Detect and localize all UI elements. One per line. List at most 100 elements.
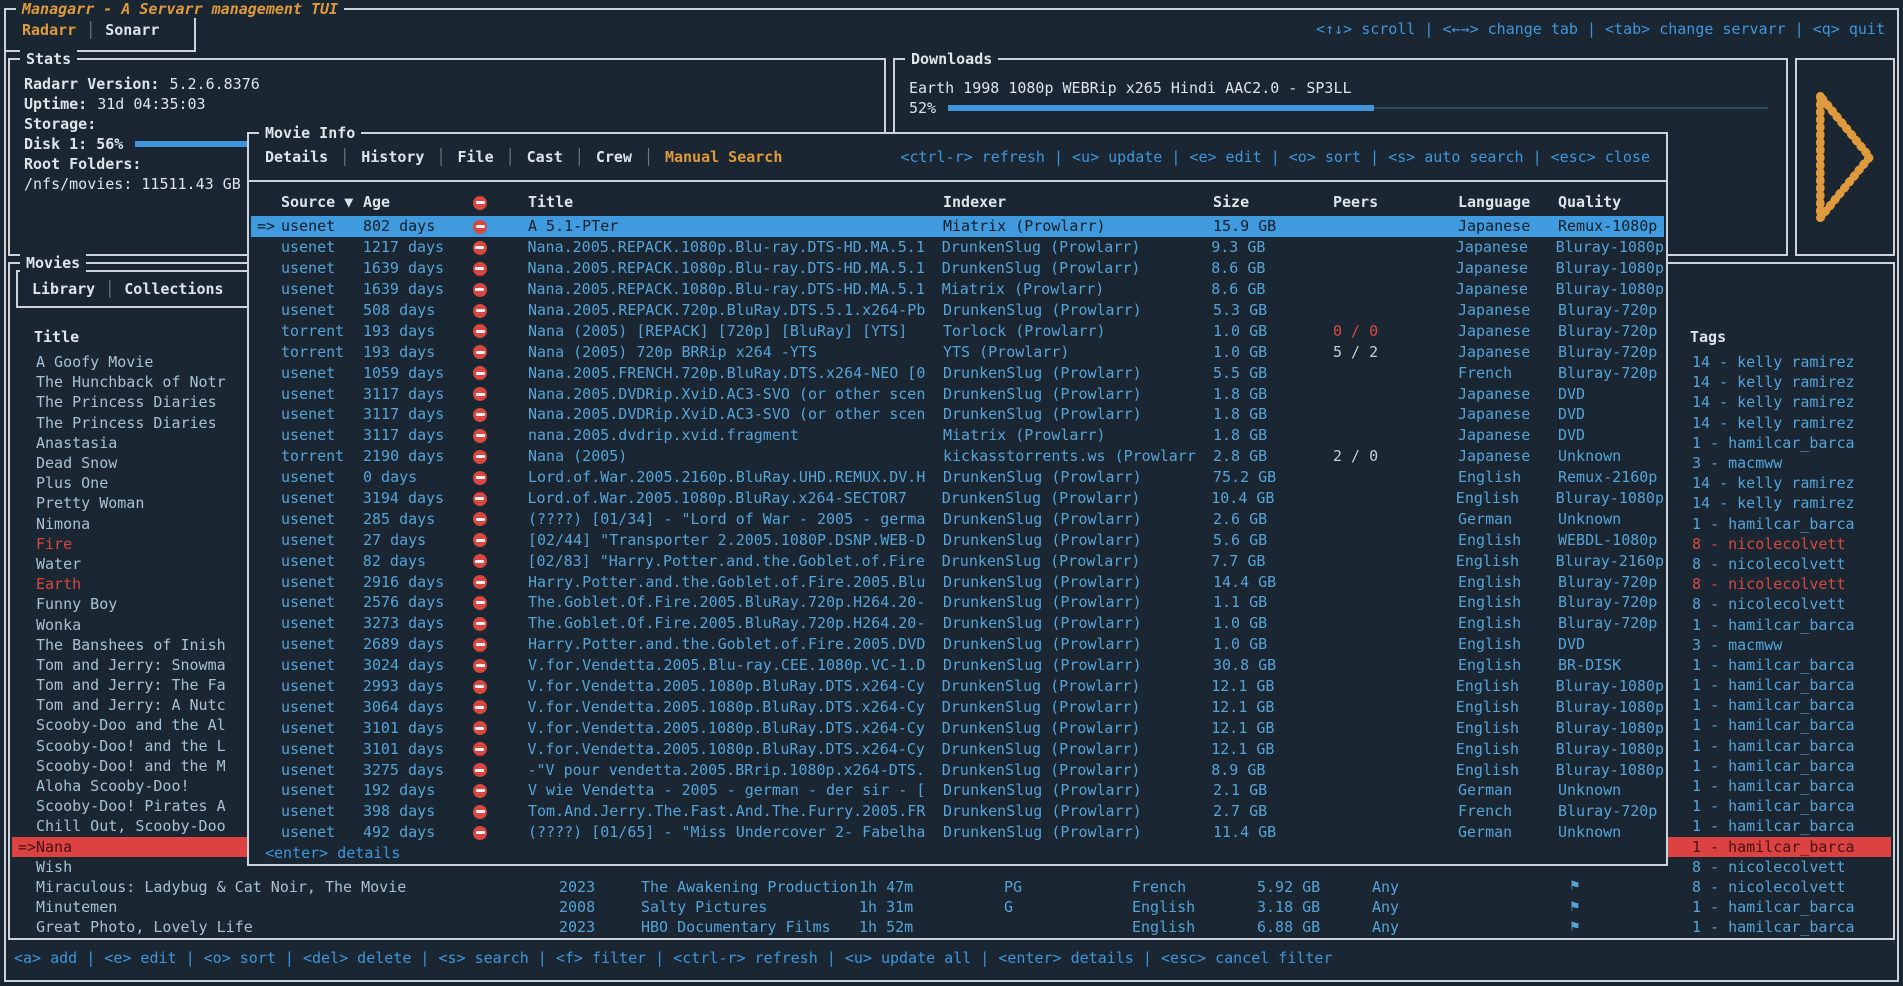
result-language: Japanese — [1456, 259, 1556, 277]
result-quality: Bluray-720p — [1558, 301, 1664, 319]
result-quality: Bluray-2160p — [1556, 552, 1664, 570]
result-size: 1.0 GB — [1213, 614, 1333, 632]
result-title: A 5.1-PTer — [528, 217, 943, 235]
result-language: English — [1458, 656, 1558, 674]
tab-separator: │ — [105, 280, 114, 298]
tab-details[interactable]: Details — [265, 148, 328, 166]
result-size: 2.8 GB — [1213, 447, 1333, 465]
result-age: 2993 days — [363, 677, 473, 695]
search-result-row[interactable]: usenet 2689 days Harry.Potter.and.the.Go… — [251, 634, 1664, 655]
search-result-row[interactable]: usenet 82 days [02/83] "Harry.Potter.and… — [251, 550, 1664, 571]
managarr-logo-icon — [1807, 81, 1883, 233]
result-language: Japanese — [1456, 238, 1556, 256]
result-size: 8.6 GB — [1211, 280, 1331, 298]
search-result-row[interactable]: usenet 285 days (????) [01/34] - "Lord o… — [251, 508, 1664, 529]
search-result-row[interactable]: usenet 2576 days The.Goblet.Of.Fire.2005… — [251, 592, 1664, 613]
rejected-icon — [473, 220, 487, 234]
result-indexer: DrunkenSlug (Prowlarr) — [942, 698, 1212, 716]
movie-row[interactable]: Minutemen 2008 Salty Pictures 1h 31m G E… — [12, 897, 1891, 917]
result-title: Nana.2005.DVDRip.XviD.AC3-SVO (or other … — [528, 405, 943, 423]
result-quality: Bluray-720p — [1558, 364, 1664, 382]
movie-row[interactable]: Miraculous: Ladybug & Cat Noir, The Movi… — [12, 877, 1891, 897]
search-result-row[interactable]: usenet 3117 days Nana.2005.DVDRip.XviD.A… — [251, 383, 1664, 404]
movie-certification: PG — [1004, 878, 1132, 896]
tab-collections[interactable]: Collections — [124, 280, 223, 298]
search-result-row[interactable]: usenet 3275 days -"V pour vendetta.2005.… — [251, 759, 1664, 780]
search-result-row[interactable]: usenet 3101 days V.for.Vendetta.2005.108… — [251, 738, 1664, 759]
result-title: The.Goblet.Of.Fire.2005.BluRay.720p.H264… — [528, 614, 943, 632]
result-peers: 2 / 0 — [1333, 447, 1458, 465]
tab-cast[interactable]: Cast — [527, 148, 563, 166]
result-age: 492 days — [363, 823, 473, 841]
result-size: 2.1 GB — [1213, 781, 1333, 799]
search-result-row[interactable]: usenet 3194 days Lord.of.War.2005.1080p.… — [251, 488, 1664, 509]
search-result-row[interactable]: torrent 2190 days Nana (2005) kickasstor… — [251, 446, 1664, 467]
result-language: Japanese — [1458, 405, 1558, 423]
result-title: [02/44] "Transporter 2.2005.1080P.DSNP.W… — [528, 531, 943, 549]
search-result-row[interactable]: => usenet 802 days A 5.1-PTer Miatrix (P… — [251, 216, 1664, 237]
movie-tag: 1 - hamilcar_barca — [1692, 616, 1891, 634]
movie-row[interactable]: Great Photo, Lovely Life 2023 HBO Docume… — [12, 917, 1891, 937]
top-keybinding-hints: <↑↓> scroll | <←→> change tab | <tab> ch… — [1316, 20, 1885, 38]
search-result-row[interactable]: usenet 3064 days V.for.Vendetta.2005.108… — [251, 696, 1664, 717]
search-result-row[interactable]: usenet 0 days Lord.of.War.2005.2160p.Blu… — [251, 467, 1664, 488]
result-language: German — [1458, 510, 1558, 528]
result-source: usenet — [281, 635, 363, 653]
search-result-row[interactable]: usenet 3117 days nana.2005.dvdrip.xvid.f… — [251, 425, 1664, 446]
search-result-row[interactable]: usenet 1639 days Nana.2005.REPACK.1080p.… — [251, 279, 1664, 300]
search-result-row[interactable]: usenet 508 days Nana.2005.REPACK.720p.Bl… — [251, 300, 1664, 321]
result-title: Harry.Potter.and.the.Goblet.of.Fire.2005… — [528, 635, 943, 653]
tab-manual-search[interactable]: Manual Search — [665, 148, 782, 166]
movie-quality-profile: Any — [1372, 878, 1569, 896]
search-result-row[interactable]: usenet 3024 days V.for.Vendetta.2005.Blu… — [251, 655, 1664, 676]
result-indexer: DrunkenSlug (Prowlarr) — [943, 593, 1213, 611]
result-title: The.Goblet.Of.Fire.2005.BluRay.720p.H264… — [528, 593, 943, 611]
rejected-icon — [473, 826, 487, 840]
result-language: English — [1456, 698, 1556, 716]
search-result-row[interactable]: usenet 492 days (????) [01/65] - "Miss U… — [251, 822, 1664, 843]
result-language: English — [1456, 719, 1556, 737]
result-title: V wie Vendetta - 2005 - german - der sir… — [528, 781, 943, 799]
result-quality: Unknown — [1558, 781, 1664, 799]
search-result-row[interactable]: usenet 1059 days Nana.2005.FRENCH.720p.B… — [251, 362, 1664, 383]
movie-tag: 1 - hamilcar_barca — [1692, 918, 1891, 936]
search-result-row[interactable]: usenet 3101 days V.for.Vendetta.2005.108… — [251, 717, 1664, 738]
result-quality: Remux-1080p — [1558, 217, 1664, 235]
search-result-row[interactable]: usenet 2993 days V.for.Vendetta.2005.108… — [251, 676, 1664, 697]
search-result-row[interactable]: usenet 27 days [02/44] "Transporter 2.20… — [251, 529, 1664, 550]
search-result-row[interactable]: usenet 1217 days Nana.2005.REPACK.1080p.… — [251, 237, 1664, 258]
tab-history[interactable]: History — [361, 148, 424, 166]
result-source: usenet — [281, 823, 363, 841]
tab-library[interactable]: Library — [32, 280, 95, 298]
result-quality: WEBDL-1080p — [1558, 531, 1664, 549]
tab-file[interactable]: File — [458, 148, 494, 166]
tab-radarr[interactable]: Radarr — [22, 21, 76, 39]
tab-sonarr[interactable]: Sonarr — [105, 21, 159, 39]
movie-tag: 1 - hamilcar_barca — [1692, 757, 1891, 775]
movie-size: 6.88 GB — [1257, 918, 1372, 936]
search-result-row[interactable]: usenet 2916 days Harry.Potter.and.the.Go… — [251, 571, 1664, 592]
rejected-icon — [473, 659, 487, 673]
search-result-row[interactable]: usenet 398 days Tom.And.Jerry.The.Fast.A… — [251, 801, 1664, 822]
search-result-row[interactable]: usenet 3273 days The.Goblet.Of.Fire.2005… — [251, 613, 1664, 634]
result-indexer: DrunkenSlug (Prowlarr) — [943, 656, 1213, 674]
tab-crew[interactable]: Crew — [596, 148, 632, 166]
result-quality: Bluray-1080p — [1556, 677, 1664, 695]
result-age: 192 days — [363, 781, 473, 799]
movie-language: French — [1132, 878, 1257, 896]
search-result-row[interactable]: torrent 193 days Nana (2005) [REPACK] [7… — [251, 320, 1664, 341]
result-size: 5.5 GB — [1213, 364, 1333, 382]
result-source: usenet — [281, 364, 363, 382]
search-result-row[interactable]: usenet 192 days V wie Vendetta - 2005 - … — [251, 780, 1664, 801]
search-result-row[interactable]: torrent 193 days Nana (2005) 720p BRRip … — [251, 341, 1664, 362]
movie-language: English — [1132, 918, 1257, 936]
result-quality: BR-DISK — [1558, 656, 1664, 674]
result-language: English — [1456, 677, 1556, 695]
result-language: English — [1458, 614, 1558, 632]
search-result-row[interactable]: usenet 3117 days Nana.2005.DVDRip.XviD.A… — [251, 404, 1664, 425]
disk-usage-label: Disk 1: 56% — [24, 135, 123, 153]
result-quality: Bluray-1080p — [1556, 761, 1664, 779]
result-source: usenet — [281, 656, 363, 674]
search-result-row[interactable]: usenet 1639 days Nana.2005.REPACK.1080p.… — [251, 258, 1664, 279]
result-language: English — [1456, 552, 1556, 570]
